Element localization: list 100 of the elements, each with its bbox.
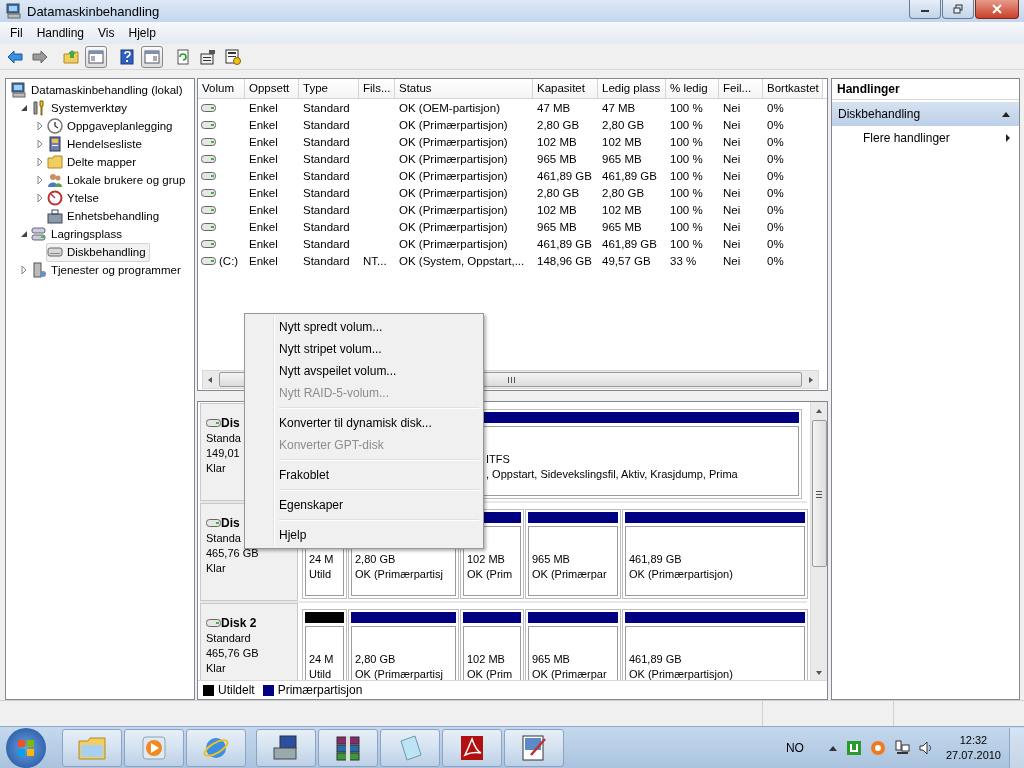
partition-status: OK (Primærpartisj <box>355 667 444 680</box>
taskbar-button[interactable] <box>256 728 316 767</box>
tree-item[interactable]: Systemverktøy <box>30 98 132 118</box>
taskbar-button[interactable] <box>504 728 564 767</box>
partition-box[interactable]: 965 MB OK (Primærpar <box>528 526 618 596</box>
menu-item[interactable]: Vis <box>91 24 122 42</box>
menu-item[interactable]: Nytt avspeilet volum... <box>247 360 481 382</box>
collapsed-arrow-icon[interactable] <box>36 139 44 149</box>
table-cell-text: Enkel <box>248 101 279 114</box>
partition-bar <box>305 612 344 623</box>
tree-item[interactable]: Ytelse <box>46 188 103 208</box>
partition-box[interactable]: 102 MB OK (Prim <box>463 626 521 680</box>
drive-icon <box>206 418 221 428</box>
close-button[interactable] <box>975 0 1019 19</box>
partition-status: Utild <box>309 667 332 680</box>
restore-icon[interactable] <box>953 4 963 14</box>
minimize-button[interactable] <box>909 0 941 19</box>
partition-box[interactable]: 24 M Utild <box>305 626 344 680</box>
drive-icon <box>206 518 221 528</box>
clock-icon <box>47 118 63 134</box>
menu-item[interactable]: Hjelp <box>121 24 163 42</box>
disk-name: Disk 2 <box>221 616 257 630</box>
table-cell-text: OK (OEM-partisjon) <box>398 101 501 114</box>
column-header[interactable]: % ledig <box>666 79 719 98</box>
scroll-left-icon[interactable] <box>206 375 214 384</box>
grip-icon[interactable] <box>815 489 823 498</box>
pane-toggle-button[interactable] <box>141 45 163 68</box>
column-header[interactable]: Oppsett <box>245 79 299 98</box>
language-indicator[interactable]: NO <box>785 740 804 755</box>
tree-item[interactable]: Lagringsplass <box>30 224 126 244</box>
column-header[interactable]: Feil... <box>719 79 763 98</box>
start-button[interactable] <box>6 727 46 768</box>
table-cell-text: 0% <box>766 101 785 114</box>
partition-box[interactable]: 461,89 GB OK (Primærpartisjon) <box>625 626 805 680</box>
drive-icon <box>47 244 63 260</box>
computer-icon <box>11 82 27 98</box>
collapsed-arrow-icon[interactable] <box>20 265 28 275</box>
table-cell-text: 0% <box>766 220 785 233</box>
column-header[interactable]: Type <box>299 79 359 98</box>
taskbar-button[interactable] <box>442 728 502 767</box>
tree-item[interactable]: Datamaskinbehandling (lokal) <box>10 80 187 100</box>
torrent-icon[interactable] <box>845 739 862 756</box>
drive-icon <box>201 187 216 198</box>
tree-item[interactable]: Enhetsbehandling <box>46 206 164 226</box>
close-icon[interactable] <box>992 4 1002 14</box>
column-header[interactable]: Status <box>395 79 533 98</box>
restore-button[interactable] <box>942 0 974 19</box>
vertical-scrollbar[interactable] <box>810 402 827 680</box>
pane-toggle-button[interactable] <box>85 45 107 68</box>
collapsed-arrow-icon[interactable] <box>36 157 44 167</box>
section-header[interactable]: Diskbehandling <box>832 102 1019 126</box>
expanded-arrow-icon[interactable] <box>20 103 28 113</box>
table-cell-text: 965 MB <box>536 152 578 165</box>
menu-item[interactable]: Nytt stripet volum... <box>247 338 481 360</box>
collapsed-arrow-icon[interactable] <box>36 175 44 185</box>
table-cell-text: Enkel <box>248 220 279 233</box>
scroll-down-icon[interactable] <box>815 668 823 677</box>
menu-item[interactable]: Fil <box>3 24 30 42</box>
partition-status: Utild <box>309 567 332 582</box>
clock-time[interactable]: 12:32 <box>959 732 988 748</box>
action-link[interactable]: Flere handlinger <box>832 126 1019 150</box>
tree-item[interactable]: Tjenester og programmer <box>30 260 185 280</box>
ring-icon[interactable] <box>869 739 886 756</box>
table-cell-text: 461,89 GB <box>601 237 658 250</box>
tree-item[interactable]: Delte mapper <box>46 152 141 172</box>
table-cell-text: OK (Primærpartisjon) <box>398 203 509 216</box>
column-header[interactable]: Kapasitet <box>533 79 598 98</box>
partition-box[interactable]: 965 MB OK (Primærpar <box>528 626 618 680</box>
speaker-icon[interactable] <box>917 739 934 756</box>
drive-icon <box>201 170 216 181</box>
column-header[interactable]: Volum <box>198 79 245 98</box>
table-cell-text: 100 % <box>669 118 704 131</box>
scroll-right-icon[interactable] <box>807 375 815 384</box>
table-cell-text: 0% <box>766 135 785 148</box>
expanded-arrow-icon[interactable] <box>20 229 28 239</box>
column-header[interactable]: Ledig plass <box>598 79 666 98</box>
column-header[interactable]: Fils... <box>359 79 395 98</box>
network-icon[interactable] <box>893 739 910 756</box>
tree-item[interactable]: Lokale brukere og grup <box>46 170 190 190</box>
folder-icon <box>47 154 63 170</box>
table-cell-text: 0% <box>766 152 785 165</box>
tree-item[interactable]: Hendelsesliste <box>46 134 146 154</box>
partition-box[interactable]: 461,89 GB OK (Primærpartisjon) <box>625 526 805 596</box>
partition-box[interactable]: 2,80 GB OK (Primærpartisj <box>351 626 456 680</box>
disk-type: Standard <box>206 631 251 646</box>
tree-item[interactable]: Oppgaveplanlegging <box>46 116 177 136</box>
table-cell-text: Enkel <box>248 169 279 182</box>
menu-item[interactable]: Nytt spredt volum... <box>247 316 481 338</box>
menu-item[interactable]: Egenskaper <box>247 494 481 516</box>
tree-item[interactable]: Diskbehandling <box>46 242 150 262</box>
grip-icon[interactable] <box>506 375 515 384</box>
clock-date[interactable]: 27.07.2010 <box>945 747 1001 763</box>
taskbar-button[interactable] <box>318 728 378 767</box>
column-header[interactable]: Bortkastet <box>763 79 823 98</box>
table-cell-text: 0% <box>766 254 785 267</box>
collapsed-arrow-icon[interactable] <box>36 121 44 131</box>
menu-item[interactable]: Handling <box>29 24 92 42</box>
table-cell-text: 102 MB <box>536 135 578 148</box>
collapsed-arrow-icon[interactable] <box>36 193 44 203</box>
windows-logo-icon[interactable] <box>16 737 36 758</box>
